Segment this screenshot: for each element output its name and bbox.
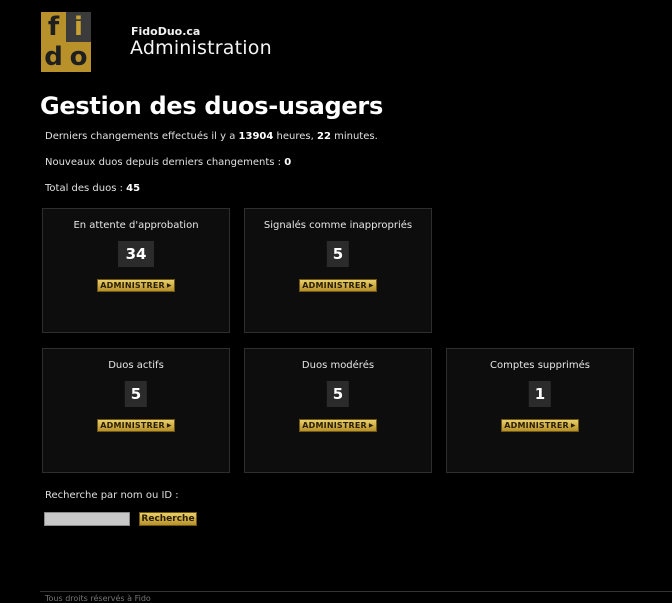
play-arrow-icon: ▶ [368, 282, 374, 289]
panel-reported-inappropriate: Signalés comme inappropriés 5 ADMINISTRE… [244, 208, 432, 333]
panel-title: Signalés comme inappropriés [263, 220, 413, 231]
panel-title: En attente d'approbation [73, 220, 199, 231]
total-duos-value: 45 [126, 183, 141, 194]
logo-letter-o: o [66, 42, 91, 72]
hours-word: heures, [276, 131, 314, 142]
new-duos-value: 0 [284, 157, 292, 168]
new-duos-info: Nouveaux duos depuis derniers changement… [45, 157, 291, 168]
search-input[interactable] [44, 512, 130, 526]
panel-count: 5 [326, 241, 350, 267]
search-button[interactable]: Recherche [139, 512, 197, 526]
panel-count: 34 [118, 241, 154, 267]
page-title: Gestion des duos-usagers [40, 92, 383, 120]
button-label: ADMINISTRER [302, 421, 367, 430]
panel-count: 1 [528, 381, 552, 407]
panel-title: Duos modérés [301, 360, 375, 371]
new-duos-label: Nouveaux duos depuis derniers changement… [45, 157, 282, 168]
panel-title: Duos actifs [108, 360, 164, 371]
administer-button[interactable]: ADMINISTRER ▶ [97, 279, 175, 292]
panel-active-duos: Duos actifs 5 ADMINISTRER ▶ [42, 348, 230, 473]
panel-deleted-accounts: Comptes supprimés 1 ADMINISTRER ▶ [446, 348, 634, 473]
logo-letter-i: i [66, 12, 91, 42]
administer-button[interactable]: ADMINISTRER ▶ [97, 419, 175, 432]
fido-logo[interactable]: f i d o [41, 12, 91, 72]
panel-moderated-duos: Duos modérés 5 ADMINISTRER ▶ [244, 348, 432, 473]
administer-button[interactable]: ADMINISTRER ▶ [501, 419, 579, 432]
button-label: ADMINISTRER [100, 281, 165, 290]
panel-count: 5 [326, 381, 350, 407]
logo-letter-f: f [41, 12, 66, 42]
panel-pending-approval: En attente d'approbation 34 ADMINISTRER ▶ [42, 208, 230, 333]
section-title: Administration [130, 37, 272, 59]
minutes-word: minutes. [334, 131, 378, 142]
search-label: Recherche par nom ou ID : [45, 490, 179, 501]
footer-copyright: Tous droits réservés à Fido [45, 594, 151, 603]
administer-button[interactable]: ADMINISTRER ▶ [299, 279, 377, 292]
hours-value: 13904 [238, 131, 274, 142]
button-label: ADMINISTRER [302, 281, 367, 290]
last-changes-prefix: Derniers changements effectués il y a [45, 131, 236, 142]
play-arrow-icon: ▶ [166, 422, 172, 429]
total-duos-info: Total des duos : 45 [45, 183, 140, 194]
button-label: ADMINISTRER [504, 421, 569, 430]
last-changes-info: Derniers changements effectués il y a 13… [45, 131, 378, 142]
play-arrow-icon: ▶ [570, 422, 576, 429]
minutes-value: 22 [316, 131, 331, 142]
panel-count: 5 [124, 381, 148, 407]
play-arrow-icon: ▶ [368, 422, 374, 429]
logo-letter-d: d [41, 42, 66, 72]
panel-title: Comptes supprimés [490, 360, 590, 371]
button-label: ADMINISTRER [100, 421, 165, 430]
footer-divider [40, 591, 672, 592]
administer-button[interactable]: ADMINISTRER ▶ [299, 419, 377, 432]
total-duos-label: Total des duos : [45, 183, 123, 194]
play-arrow-icon: ▶ [166, 282, 172, 289]
